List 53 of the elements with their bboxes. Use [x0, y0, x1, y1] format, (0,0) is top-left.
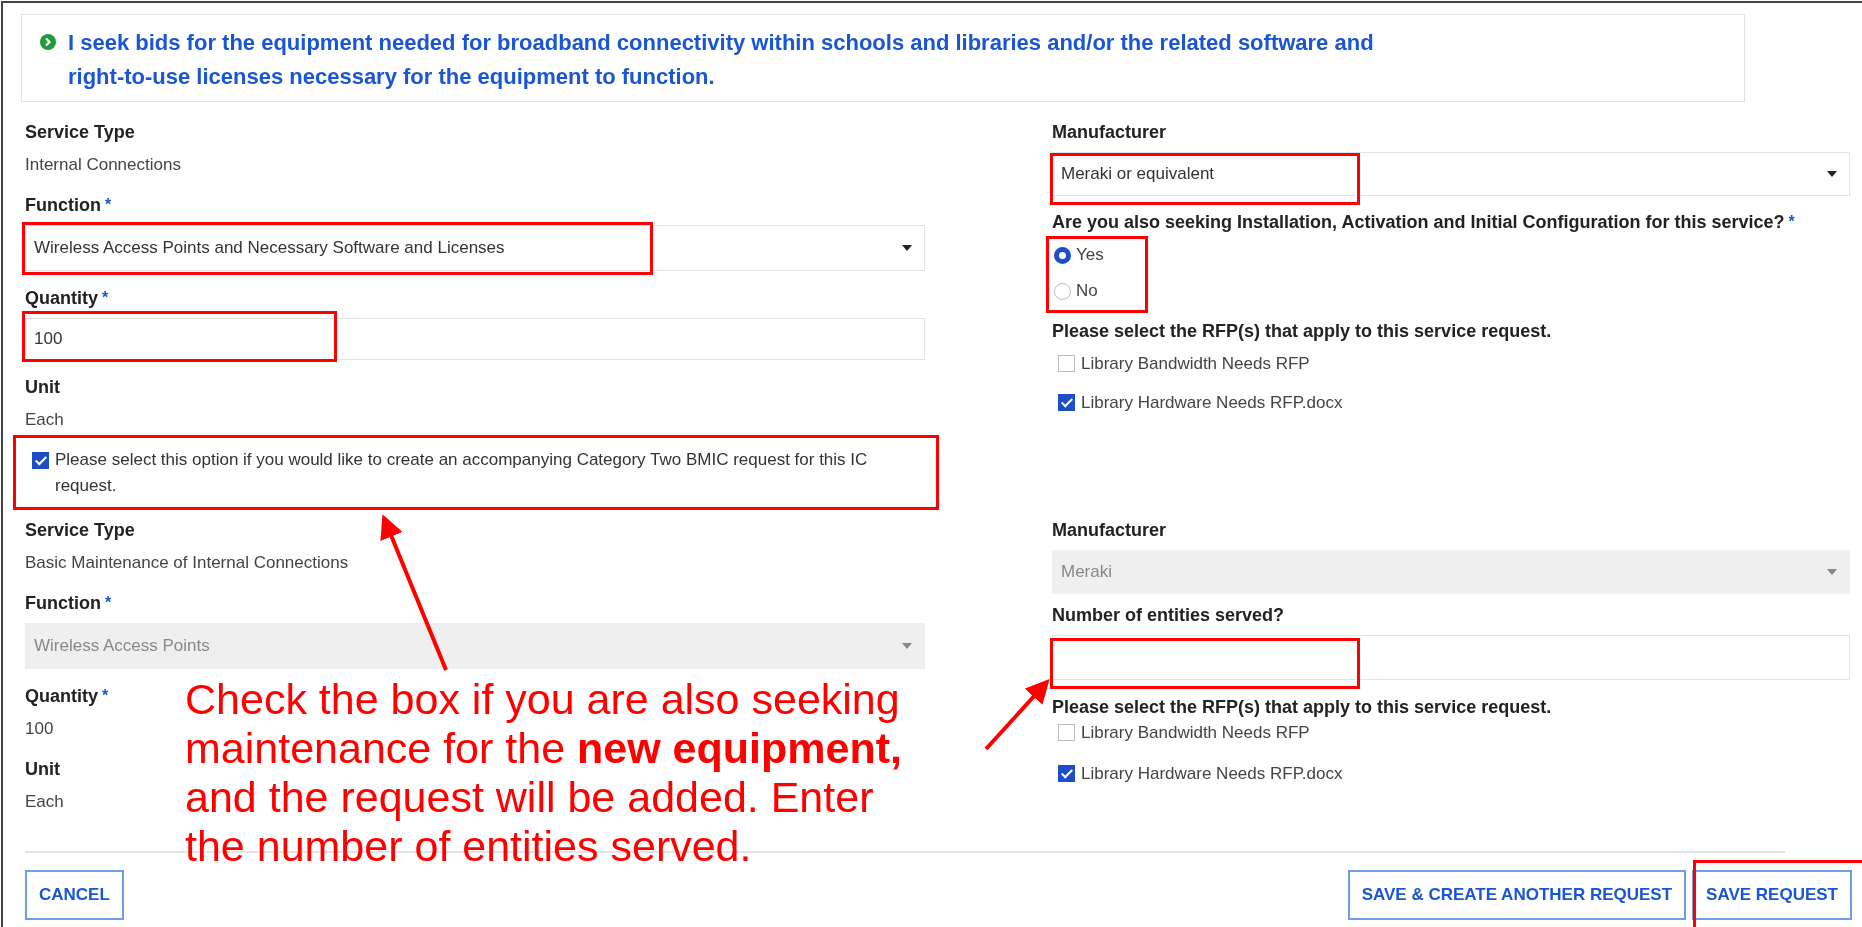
checkbox-label: Library Bandwidth Needs RFP	[1081, 353, 1310, 375]
checkbox[interactable]	[1058, 355, 1075, 372]
required-mark: *	[102, 288, 109, 308]
field-value: Internal Connections	[25, 154, 181, 176]
required-mark: *	[105, 195, 112, 215]
checkbox[interactable]	[1058, 724, 1075, 741]
checkbox-label: Please select this option if you would like to create an accompanying Category Two BMIC request for this IC request.	[55, 449, 869, 497]
field-label: Please select the RFP(s) that apply to this service request.	[1052, 696, 1552, 719]
radio-button[interactable]	[1054, 282, 1071, 300]
cancel-button[interactable]: CANCEL	[25, 870, 124, 920]
radio-label: Yes	[1076, 244, 1104, 266]
field-label: Function	[25, 194, 101, 217]
checkbox-label: Library Hardware Needs RFP.docx	[1081, 763, 1343, 785]
required-mark: *	[1788, 212, 1795, 232]
field-label: Are you also seeking Installation, Activation and Initial Configuration for this service?	[1052, 211, 1785, 234]
checkbox[interactable]	[32, 452, 49, 469]
field-value: 100	[25, 718, 54, 740]
required-mark: *	[102, 686, 109, 706]
radio-button[interactable]	[1054, 246, 1071, 264]
dropdown[interactable]: Meraki or equivalent	[1052, 152, 1850, 196]
input-field[interactable]: 100	[25, 318, 925, 360]
field-value: Each	[25, 409, 64, 431]
dropdown[interactable]: Wireless Access Points and Necessary Software and Licenses	[25, 225, 925, 271]
field-label: Unit	[25, 758, 60, 781]
field-value: Basic Maintenance of Internal Connections	[25, 552, 349, 574]
field-label: Quantity	[25, 685, 98, 708]
input-field[interactable]	[1052, 635, 1850, 680]
field-label: Unit	[25, 376, 60, 399]
field-label: Quantity	[25, 287, 98, 310]
annotation-arrow	[984, 679, 1050, 751]
checkbox-label: Library Hardware Needs RFP.docx	[1081, 392, 1343, 414]
caret-icon	[1827, 171, 1837, 177]
field-value: Each	[25, 791, 64, 813]
field-label: Please select the RFP(s) that apply to this service request.	[1052, 320, 1552, 343]
field-label: Function	[25, 592, 101, 615]
checkbox[interactable]	[1058, 765, 1075, 782]
required-mark: *	[105, 593, 112, 613]
banner-text: I seek bids for the equipment needed for broadband connectivity within schools and libraries and/or the related software and right-to-use licenses necessary for the equipment to function.	[68, 29, 1374, 91]
checkbox[interactable]	[1058, 394, 1075, 411]
caret-icon	[902, 643, 912, 649]
field-label: Manufacturer	[1052, 121, 1167, 144]
callout-text: Check the box if you are also seeking maintenance for the new equipment, and the request will be added. Enter the number of entities served.	[185, 675, 903, 871]
checkbox-label: Library Bandwidth Needs RFP	[1081, 722, 1310, 744]
field-label: Service Type	[25, 121, 135, 144]
chevron-circle-icon	[40, 34, 56, 50]
caret-icon	[1827, 569, 1837, 575]
field-label: Manufacturer	[1052, 519, 1167, 542]
caret-icon	[902, 245, 912, 251]
save-button[interactable]: SAVE REQUEST	[1692, 870, 1852, 920]
field-label: Service Type	[25, 519, 135, 542]
field-label: Number of entities served?	[1052, 604, 1285, 627]
save-button[interactable]: SAVE & CREATE ANOTHER REQUEST	[1347, 870, 1687, 920]
radio-label: No	[1076, 280, 1098, 302]
